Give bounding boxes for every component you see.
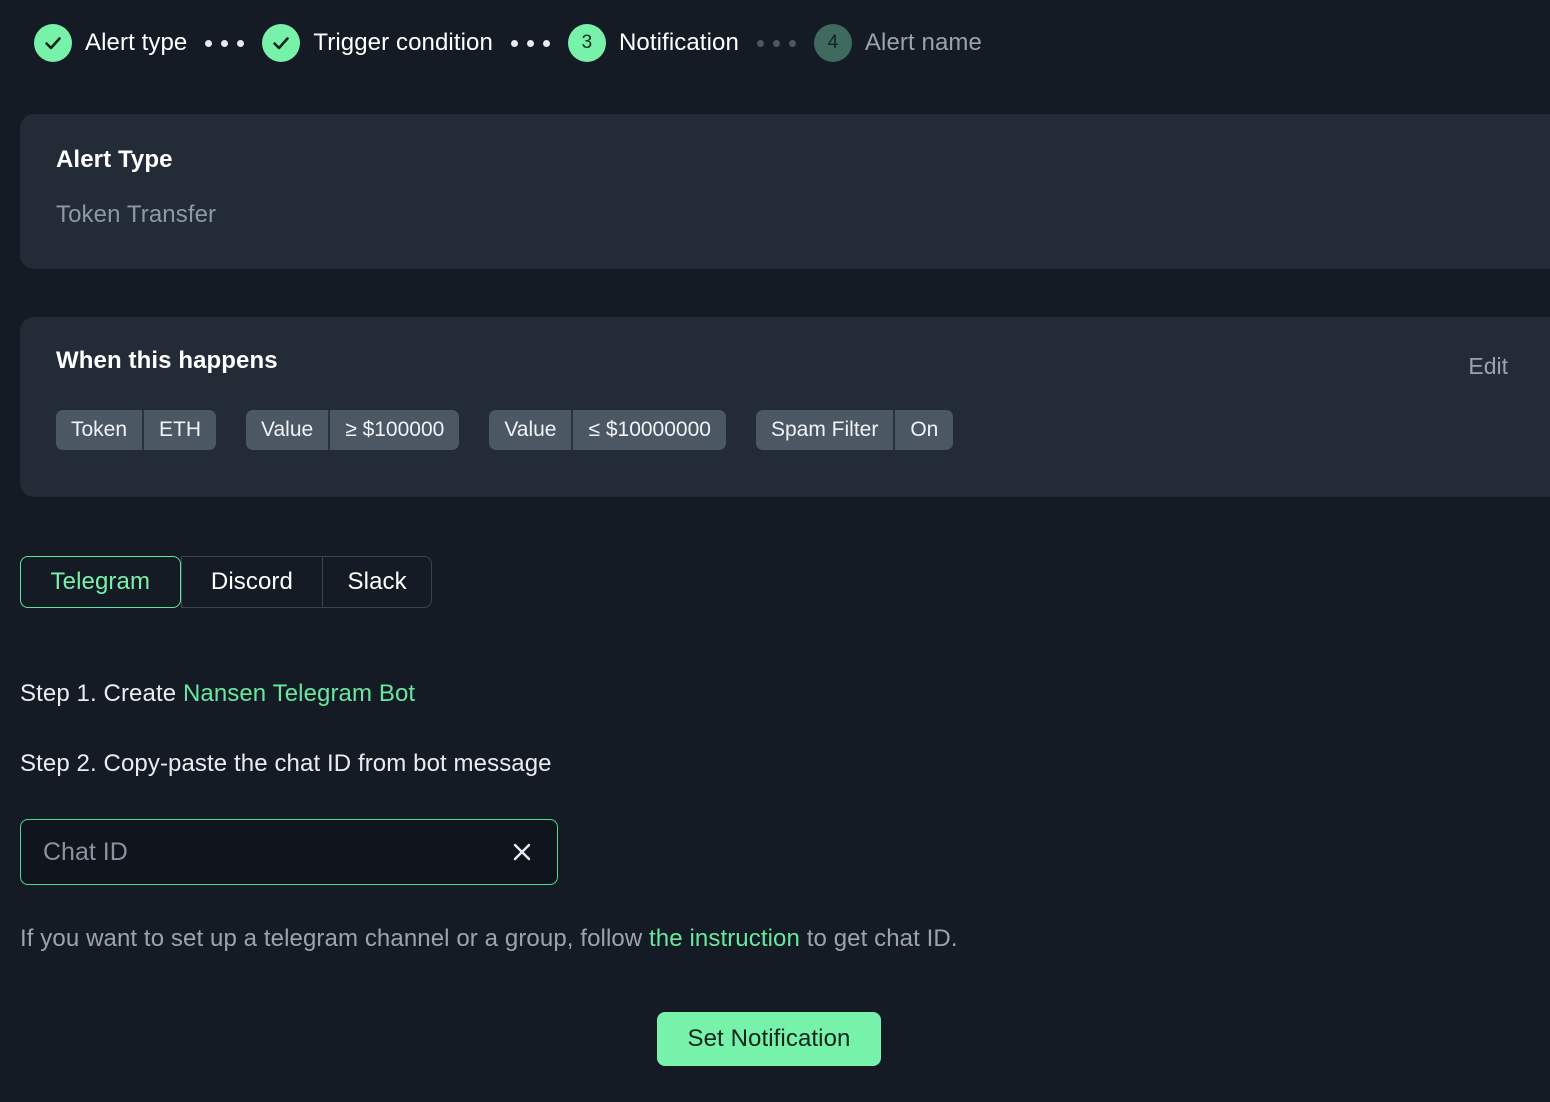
step-trigger-condition[interactable]: Trigger condition <box>262 24 493 62</box>
chip-value: On <box>893 410 953 450</box>
chip-spam-filter[interactable]: Spam Filter On <box>755 410 954 450</box>
step-check-icon <box>262 24 301 62</box>
edit-trigger-button[interactable]: Edit <box>1468 353 1508 380</box>
step-separator-3 <box>756 39 796 47</box>
tab-discord[interactable]: Discord <box>180 556 323 608</box>
notification-channel-tabs: Telegram Discord Slack <box>20 556 432 608</box>
chip-value-min[interactable]: Value ≥ $100000 <box>246 410 460 450</box>
chip-value-max[interactable]: Value ≤ $10000000 <box>489 410 726 450</box>
tab-slack[interactable]: Slack <box>322 556 432 608</box>
chip-key: Value <box>504 418 557 441</box>
step-label-trigger-condition: Trigger condition <box>313 29 493 56</box>
chip-key: Token <box>71 418 128 441</box>
step-separator-2 <box>510 39 550 47</box>
nansen-telegram-bot-link[interactable]: Nansen Telegram Bot <box>183 680 415 707</box>
alert-wizard-page: Alert type Trigger condition 3 Notificat… <box>0 0 1550 1102</box>
instruction-step-2: Step 2. Copy-paste the chat ID from bot … <box>20 750 552 777</box>
step-alert-type[interactable]: Alert type <box>34 24 187 62</box>
step-label-alert-type: Alert type <box>85 29 188 56</box>
chat-id-helper-text: If you want to set up a telegram channel… <box>20 925 1550 953</box>
chip-value: ETH <box>142 410 216 450</box>
chat-id-field[interactable] <box>20 819 558 885</box>
step-alert-name[interactable]: 4 Alert name <box>813 24 982 62</box>
step-check-icon <box>34 24 72 62</box>
chip-value: ≥ $100000 <box>328 410 459 450</box>
chip-token[interactable]: Token ETH <box>56 410 217 450</box>
step-separator-1 <box>205 39 245 47</box>
alert-type-title: Alert Type <box>56 146 173 173</box>
instruction-step-1-text: Step 1. Create <box>20 680 183 707</box>
alert-type-card: Alert Type Token Transfer <box>20 114 1550 269</box>
wizard-stepper: Alert type Trigger condition 3 Notificat… <box>0 0 1550 72</box>
submit-row: Set Notification <box>0 1012 1550 1066</box>
step-notification[interactable]: 3 Notification <box>567 24 739 62</box>
step-label-alert-name: Alert name <box>864 29 982 56</box>
trigger-chip-list: Token ETH Value ≥ $100000 Value ≤ $10000… <box>56 410 1550 450</box>
instruction-step-1: Step 1. Create Nansen Telegram Bot <box>20 680 1550 708</box>
chip-value: ≤ $10000000 <box>571 410 725 450</box>
close-icon[interactable] <box>507 837 537 867</box>
tab-telegram[interactable]: Telegram <box>20 556 181 608</box>
step-number-badge: 4 <box>813 24 852 62</box>
chip-key: Spam Filter <box>770 418 879 441</box>
set-notification-button[interactable]: Set Notification <box>657 1012 881 1066</box>
the-instruction-link[interactable]: the instruction <box>649 925 800 952</box>
helper-text-before: If you want to set up a telegram channel… <box>20 925 650 952</box>
step-number-badge: 3 <box>567 24 606 62</box>
trigger-condition-card: When this happens Edit Token ETH Value ≥… <box>20 317 1550 497</box>
trigger-card-title: When this happens <box>56 347 278 374</box>
helper-text-after: to get chat ID. <box>799 925 958 952</box>
chip-key: Value <box>261 418 314 441</box>
telegram-instructions: Step 1. Create Nansen Telegram Bot Step … <box>20 680 1550 778</box>
chat-id-input[interactable] <box>43 837 507 867</box>
alert-type-value: Token Transfer <box>56 201 217 228</box>
step-label-notification: Notification <box>618 29 739 56</box>
